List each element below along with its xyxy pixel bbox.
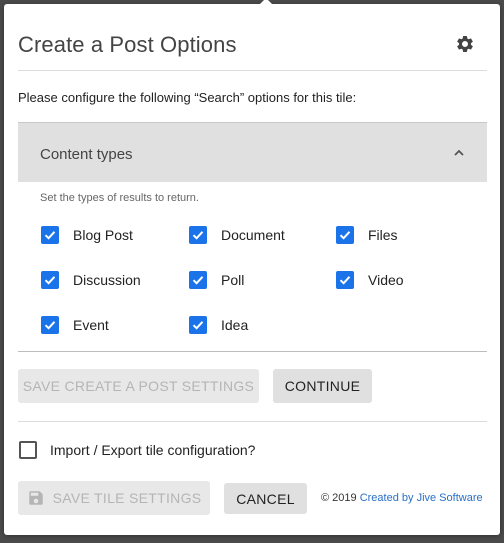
option-document[interactable]: Document [189,225,285,245]
divider [18,351,487,352]
intro-text: Please configure the following “Search” … [18,90,357,105]
checkbox-checked[interactable] [336,226,354,244]
option-event[interactable]: Event [41,315,109,335]
option-label: Discussion [73,272,141,288]
dialog-pointer [258,0,274,6]
option-files[interactable]: Files [336,225,398,245]
option-video[interactable]: Video [336,270,404,290]
divider [18,70,487,71]
option-label: Blog Post [73,227,133,243]
jive-software-link[interactable]: Created by Jive Software [360,492,483,504]
section-title: Content types [40,146,133,163]
content-types-hint: Set the types of results to return. [40,192,199,204]
checkmark-icon [339,231,351,240]
checkbox-checked[interactable] [189,226,207,244]
option-label: Poll [221,272,245,288]
checkbox-checked[interactable] [41,271,59,289]
divider [18,421,487,422]
checkbox-unchecked[interactable] [19,441,37,459]
options-dialog: Create a Post Options Please configure t… [4,0,500,535]
option-label: Files [368,227,398,243]
checkbox-checked[interactable] [41,226,59,244]
option-label: Event [73,317,109,333]
checkmark-icon [44,321,56,330]
option-blog-post[interactable]: Blog Post [41,225,133,245]
option-poll[interactable]: Poll [189,270,244,290]
import-export-label: Import / Export tile configuration? [50,442,256,458]
footer: © 2019 Created by Jive Software [321,492,483,504]
gear-icon[interactable] [455,34,475,54]
checkmark-icon [339,276,351,285]
checkmark-icon [192,321,204,330]
continue-button[interactable]: CONTINUE [273,369,372,403]
chevron-up-icon[interactable] [453,147,465,159]
dialog-title: Create a Post Options [18,32,237,57]
option-label: Video [368,272,404,288]
checkmark-icon [44,231,56,240]
checkmark-icon [44,276,56,285]
option-idea[interactable]: Idea [189,315,248,335]
save-tile-settings-button[interactable]: SAVE TILE SETTINGS [18,481,210,515]
option-discussion[interactable]: Discussion [41,270,141,290]
checkbox-checked[interactable] [189,316,207,334]
import-export-option[interactable]: Import / Export tile configuration? [19,440,255,460]
save-create-post-settings-button[interactable]: SAVE CREATE A POST SETTINGS [18,369,259,403]
copyright-text: © 2019 [321,492,357,504]
checkbox-checked[interactable] [336,271,354,289]
checkbox-checked[interactable] [189,271,207,289]
checkmark-icon [192,231,204,240]
checkbox-checked[interactable] [41,316,59,334]
option-label: Idea [221,317,249,333]
cancel-button[interactable]: CANCEL [224,483,307,514]
option-label: Document [221,227,285,243]
save-icon [28,491,43,505]
content-types-header[interactable]: Content types [18,122,487,182]
save-tile-settings-label: SAVE TILE SETTINGS [52,490,202,506]
checkmark-icon [192,276,204,285]
